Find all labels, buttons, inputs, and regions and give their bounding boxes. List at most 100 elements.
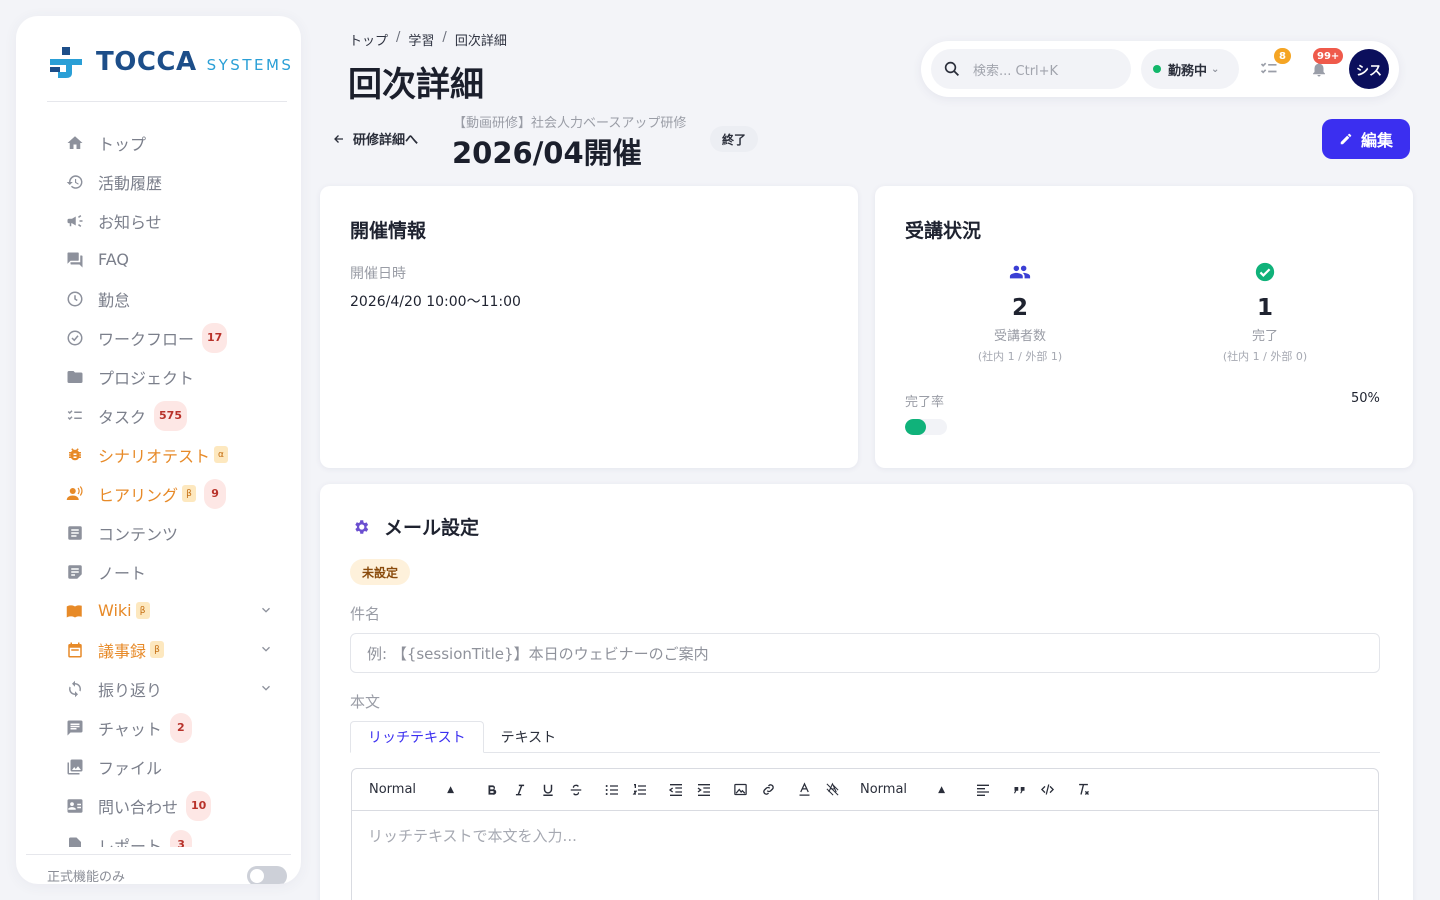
- body-placeholder: リッチテキストで本文を入力...: [368, 827, 577, 845]
- sidebar-item-news[interactable]: お知らせ: [16, 201, 301, 240]
- sidebar-item-project[interactable]: プロジェクト: [16, 357, 301, 396]
- chevron-down-icon[interactable]: [259, 681, 273, 695]
- sidebar-item-label: タスク: [98, 407, 147, 427]
- breadcrumb-current: 回次詳細: [454, 34, 507, 49]
- sidebar-item-minutes[interactable]: 議事録 β: [16, 630, 301, 669]
- search-input[interactable]: 検索... Ctrl+K: [931, 49, 1131, 89]
- numbered-list-icon: [632, 783, 646, 795]
- heading-select[interactable]: Normal ▲: [369, 782, 454, 797]
- participants-stat: 2 受講者数 (社内 1 / 外部 1): [950, 261, 1090, 364]
- contact-card-icon: [65, 796, 85, 816]
- count-badge: 3: [170, 829, 193, 847]
- official-only-label: 正式機能のみ: [47, 870, 126, 884]
- back-to-course-link[interactable]: 研修詳細へ: [333, 129, 418, 148]
- sidebar-item-file[interactable]: ファイル: [16, 747, 301, 786]
- size-select[interactable]: Normal ▲: [860, 782, 945, 797]
- attendance-card: 受講状況 2 受講者数 (社内 1 / 外部 1) 1 完了 (社内 1 / 外…: [875, 186, 1413, 468]
- tab-plain-text[interactable]: テキスト: [484, 721, 574, 753]
- bullet-list-icon: [605, 784, 618, 795]
- sidebar-item-wiki[interactable]: Wiki β: [16, 591, 301, 630]
- checklist-icon: [65, 406, 85, 426]
- chevron-down-icon[interactable]: [259, 603, 273, 617]
- user-avatar[interactable]: シス: [1349, 49, 1389, 89]
- tab-rich-text[interactable]: リッチテキスト: [350, 721, 484, 753]
- alpha-tag: α: [214, 446, 229, 463]
- work-status-select[interactable]: 勤務中 ⌄: [1141, 49, 1239, 89]
- breadcrumb-top[interactable]: トップ: [349, 30, 388, 49]
- numbered-list-button[interactable]: [626, 779, 654, 801]
- heading-select-value: Normal: [369, 782, 417, 797]
- sidebar: TOCCA SYSTEMS トップ 活動履歴 お知らせ FAQ 勤怠 ワークフロ…: [16, 16, 301, 884]
- edit-button[interactable]: 編集: [1322, 119, 1410, 159]
- italic-button[interactable]: [506, 779, 534, 801]
- sidebar-item-inquiry[interactable]: 問い合わせ 10: [16, 786, 301, 825]
- date-value: 2026/4/20 10:00〜11:00: [350, 294, 521, 310]
- breadcrumb-learning[interactable]: 学習: [408, 30, 434, 49]
- beta-tag: β: [182, 485, 197, 502]
- official-only-toggle[interactable]: [247, 866, 287, 884]
- editor-toolbar: Normal ▲ Normal ▲: [352, 769, 1378, 811]
- logo-subtext: SYSTEMS: [206, 56, 294, 74]
- body-format-tabs: リッチテキスト テキスト: [350, 721, 1380, 753]
- session-title: 2026/04開催: [452, 136, 642, 170]
- strikethrough-button[interactable]: [562, 779, 590, 801]
- count-badge: 17: [202, 322, 228, 353]
- clock-icon: [65, 289, 85, 309]
- sidebar-item-label: ノート: [98, 563, 147, 583]
- blockquote-button[interactable]: [1005, 779, 1033, 801]
- beta-tag: β: [135, 602, 150, 619]
- text-color-button[interactable]: [790, 779, 818, 801]
- sidebar-item-label: レポート: [98, 836, 163, 848]
- quote-icon: [1013, 787, 1024, 794]
- highlight-button[interactable]: [818, 779, 846, 801]
- sidebar-item-note[interactable]: ノート: [16, 552, 301, 591]
- task-count-badge: 8: [1274, 48, 1291, 64]
- note-icon: [65, 562, 85, 582]
- sidebar-item-workflow[interactable]: ワークフロー 17: [16, 318, 301, 357]
- outdent-button[interactable]: [662, 779, 690, 801]
- strikethrough-icon: [570, 784, 582, 795]
- insert-image-button[interactable]: [726, 779, 754, 801]
- code-button[interactable]: [1033, 779, 1061, 801]
- completion-progress-bar: [905, 419, 947, 435]
- group-icon: [1009, 265, 1031, 279]
- sidebar-item-retrospective[interactable]: 振り返り: [16, 669, 301, 708]
- sidebar-item-label: ワークフロー: [98, 329, 195, 349]
- sidebar-nav: トップ 活動履歴 お知らせ FAQ 勤怠 ワークフロー 17 プロジェクト タス…: [16, 123, 301, 847]
- sidebar-item-task[interactable]: タスク 575: [16, 396, 301, 435]
- sidebar-item-label: 議事録: [98, 641, 147, 661]
- underline-button[interactable]: [534, 779, 562, 801]
- sidebar-item-label: お知らせ: [98, 212, 162, 232]
- sidebar-item-hearing[interactable]: ヒアリング β 9: [16, 474, 301, 513]
- search-icon: [944, 61, 960, 77]
- participants-label: 受講者数: [993, 329, 1046, 344]
- logo[interactable]: TOCCA SYSTEMS: [48, 44, 293, 80]
- align-button[interactable]: [969, 779, 997, 801]
- sidebar-item-top[interactable]: トップ: [16, 123, 301, 162]
- megaphone-icon: [65, 211, 85, 231]
- sidebar-item-history[interactable]: 活動履歴: [16, 162, 301, 201]
- sidebar-item-report[interactable]: レポート 3: [16, 825, 301, 847]
- article-icon: [65, 523, 85, 543]
- sidebar-item-scenario-test[interactable]: シナリオテスト α: [16, 435, 301, 474]
- breadcrumb-separator: /: [442, 30, 447, 45]
- sidebar-item-label: コンテンツ: [98, 524, 179, 544]
- sidebar-item-attendance[interactable]: 勤怠: [16, 279, 301, 318]
- subject-input[interactable]: 例: 【{sessionTitle}】本日のウェビナーのご案内: [350, 633, 1380, 673]
- insert-link-button[interactable]: [754, 779, 782, 801]
- bold-icon: [488, 784, 497, 795]
- bullet-list-button[interactable]: [598, 779, 626, 801]
- chevron-down-icon[interactable]: [259, 642, 273, 656]
- indent-button[interactable]: [690, 779, 718, 801]
- body-editor-input[interactable]: リッチテキストで本文を入力...: [352, 811, 1378, 860]
- clear-format-button[interactable]: [1069, 779, 1097, 801]
- sidebar-item-chat[interactable]: チャット 2: [16, 708, 301, 747]
- completion-rate-label: 完了率: [905, 395, 945, 410]
- status-dot: [1153, 65, 1161, 73]
- bold-button[interactable]: [478, 779, 506, 801]
- participants-count: 2: [1011, 295, 1028, 321]
- sidebar-item-contents[interactable]: コンテンツ: [16, 513, 301, 552]
- image-icon: [733, 783, 747, 796]
- page-title: 回次詳細: [348, 65, 484, 105]
- sidebar-item-faq[interactable]: FAQ: [16, 240, 301, 279]
